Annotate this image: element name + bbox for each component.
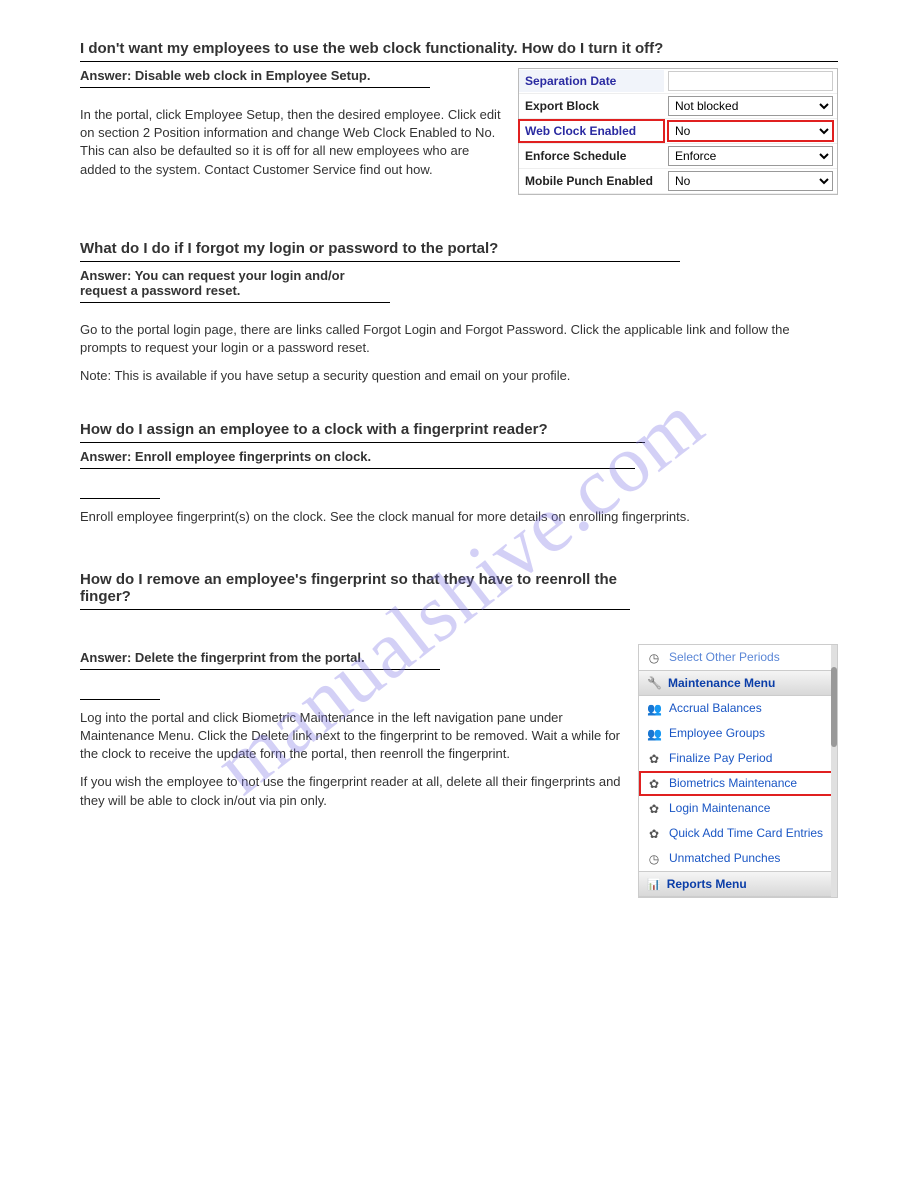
- sidebar-item-label: Accrual Balances: [669, 701, 762, 715]
- sidebar-item-label: Employee Groups: [669, 726, 765, 740]
- qa-block-4: How do I remove an employee's fingerprin…: [80, 571, 838, 908]
- form-screenshot: Separation Date Export Block Not blocked…: [518, 68, 838, 195]
- sidebar-item-label: Unmatched Punches: [669, 851, 780, 865]
- question-3: How do I assign an employee to a clock w…: [80, 421, 645, 443]
- sidebar-item-finalize-pay-period[interactable]: ✿ Finalize Pay Period: [639, 746, 837, 771]
- clock-icon: ◷: [647, 852, 661, 866]
- form-row-separation-date: Separation Date: [519, 69, 837, 94]
- answer-label: Answer:: [80, 449, 131, 464]
- qa-block-2: What do I do if I forgot my login or pas…: [80, 240, 838, 386]
- sidebar-item-select-other-periods[interactable]: ◷ Select Other Periods: [639, 645, 837, 670]
- sidebar-item-label: Finalize Pay Period: [669, 751, 772, 765]
- answer-text: Enroll employee fingerprints on clock.: [135, 449, 371, 464]
- paragraph: Enroll employee fingerprint(s) on the cl…: [80, 508, 838, 526]
- sidebar-item-biometrics-maintenance[interactable]: ✿ Biometrics Maintenance: [639, 771, 837, 796]
- answer-row-3: Answer: Enroll employee fingerprints on …: [80, 449, 635, 469]
- answer-body-4: [80, 699, 160, 700]
- answer-body-3b: Enroll employee fingerprint(s) on the cl…: [80, 508, 838, 526]
- answer-row-4: Answer: Delete the fingerprint from the …: [80, 650, 440, 670]
- sidebar-item-employee-groups[interactable]: 👥 Employee Groups: [639, 721, 837, 746]
- sidebar-item-quick-add[interactable]: ✿ Quick Add Time Card Entries: [639, 821, 837, 846]
- answer-body-2: Go to the portal login page, there are l…: [80, 321, 838, 386]
- maintenance-menu-header: Maintenance Menu: [639, 670, 837, 696]
- enforce-schedule-select[interactable]: Enforce: [668, 146, 833, 166]
- sidebar-item-accrual-balances[interactable]: 👥 Accrual Balances: [639, 696, 837, 721]
- qa-block-3: How do I assign an employee to a clock w…: [80, 421, 838, 526]
- form-label: Mobile Punch Enabled: [519, 170, 664, 192]
- sidebar-item-label: Select Other Periods: [669, 650, 780, 664]
- mobile-punch-select[interactable]: No: [668, 171, 833, 191]
- scroll-thumb[interactable]: [831, 667, 837, 747]
- web-clock-select[interactable]: No: [668, 121, 833, 141]
- form-label: Export Block: [519, 95, 664, 117]
- form-label: Web Clock Enabled: [519, 120, 664, 142]
- export-block-select[interactable]: Not blocked: [668, 96, 833, 116]
- users-icon: 👥: [647, 702, 661, 716]
- sidebar-item-login-maintenance[interactable]: ✿ Login Maintenance: [639, 796, 837, 821]
- answer-label: Answer:: [80, 650, 131, 665]
- users-icon: 👥: [647, 727, 661, 741]
- gear-icon: ✿: [647, 827, 661, 841]
- form-label: Enforce Schedule: [519, 145, 664, 167]
- separation-date-field[interactable]: [668, 71, 833, 91]
- reports-menu-header: Reports Menu: [639, 871, 837, 897]
- form-row-export-block: Export Block Not blocked: [519, 94, 837, 119]
- answer-label: Answer:: [80, 268, 131, 283]
- section-title: Reports Menu: [667, 877, 747, 891]
- paragraph-note: Note: This is available if you have setu…: [80, 367, 838, 385]
- sidebar-item-label: Quick Add Time Card Entries: [669, 826, 823, 840]
- form-row-web-clock: Web Clock Enabled No: [519, 119, 837, 144]
- form-row-enforce-schedule: Enforce Schedule Enforce: [519, 144, 837, 169]
- maintenance-menu-screenshot: ◷ Select Other Periods Maintenance Menu …: [638, 644, 838, 898]
- answer-row-2: Answer: You can request your login and/o…: [80, 268, 390, 303]
- question-1: I don't want my employees to use the web…: [80, 40, 838, 62]
- question-4: How do I remove an employee's fingerprin…: [80, 571, 630, 610]
- form-label: Separation Date: [519, 70, 664, 92]
- sidebar-item-label: Login Maintenance: [669, 801, 770, 815]
- bars-icon: [647, 877, 661, 891]
- scrollbar[interactable]: [831, 645, 837, 897]
- question-2: What do I do if I forgot my login or pas…: [80, 240, 680, 262]
- gear-icon: ✿: [647, 777, 661, 791]
- answer-row-1: Answer: Disable web clock in Employee Se…: [80, 68, 430, 88]
- sidebar-item-unmatched-punches[interactable]: ◷ Unmatched Punches: [639, 846, 837, 871]
- paragraph: Go to the portal login page, there are l…: [80, 321, 838, 357]
- wrench-icon: [647, 676, 662, 690]
- section-title: Maintenance Menu: [668, 676, 775, 690]
- answer-text: Delete the fingerprint from the portal.: [135, 650, 365, 665]
- gear-icon: ✿: [647, 802, 661, 816]
- answer-label: Answer:: [80, 68, 131, 83]
- answer-body-3: [80, 498, 160, 499]
- clock-icon: ◷: [647, 651, 661, 665]
- qa-block-1: I don't want my employees to use the web…: [80, 40, 838, 205]
- answer-text: Disable web clock in Employee Setup.: [135, 68, 371, 83]
- form-row-mobile-punch: Mobile Punch Enabled No: [519, 169, 837, 194]
- sidebar-item-label: Biometrics Maintenance: [669, 776, 797, 790]
- gear-icon: ✿: [647, 752, 661, 766]
